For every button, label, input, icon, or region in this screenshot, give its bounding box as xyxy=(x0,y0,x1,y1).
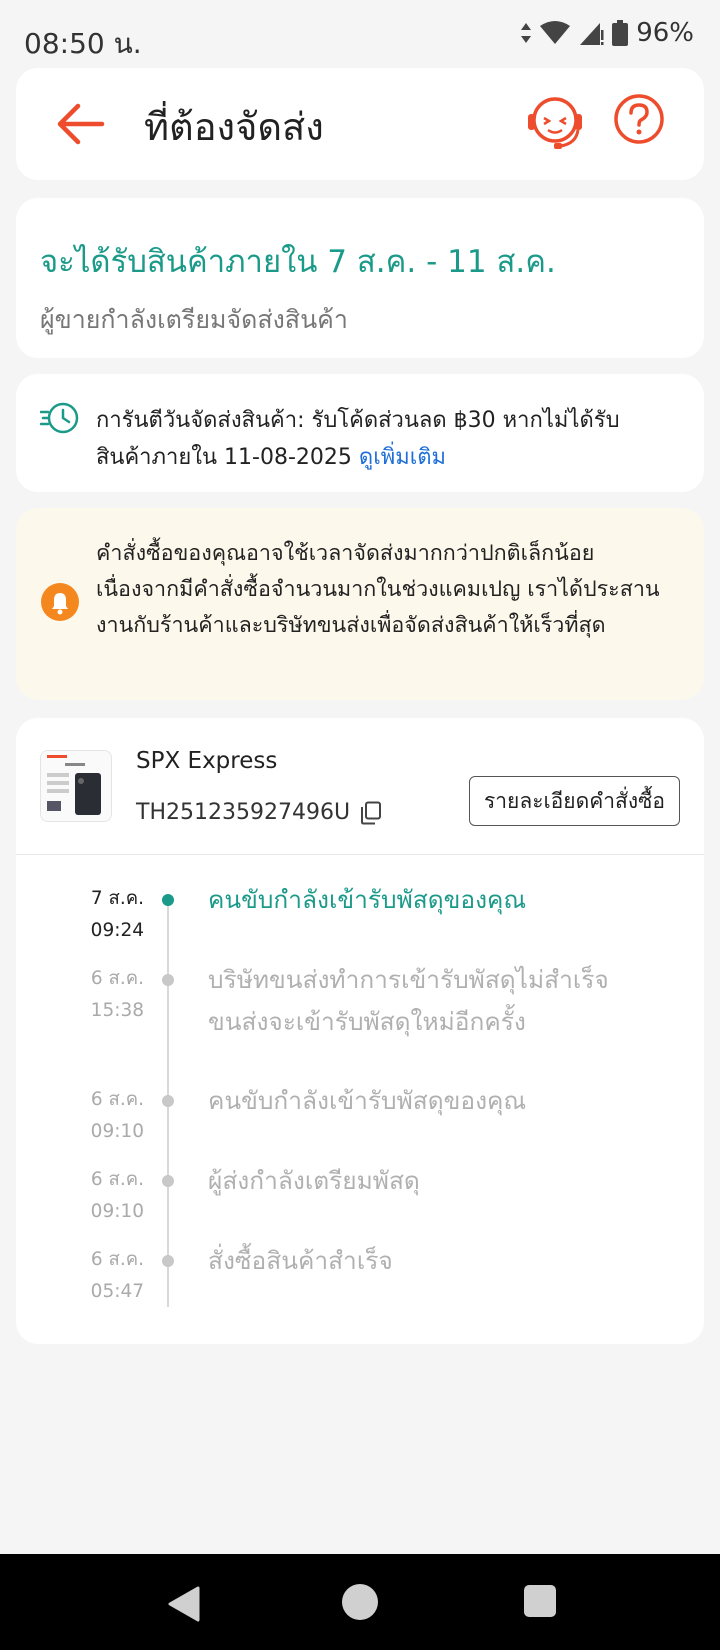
event-text: คนขับกำลังเข้ารับพัสดุของคุณ xyxy=(208,1086,527,1115)
event-dot xyxy=(162,1175,174,1187)
event-date: 6 ส.ค. xyxy=(90,1089,144,1110)
carrier-name: SPX Express xyxy=(136,748,278,774)
event-time: 09:10 xyxy=(90,1201,144,1222)
event-text: บริษัทขนส่งทำการเข้ารับพัสดุไม่สำเร็จ ขน… xyxy=(208,965,609,1036)
event-datetime: 6 ส.ค. 05:47 xyxy=(40,1244,144,1308)
delivery-guarantee-card: การันตีวันจัดส่งสินค้า: รับโค้ดส่วนลด ฿3… xyxy=(16,374,704,492)
event-date: 6 ส.ค. xyxy=(90,1169,144,1190)
event-time: 15:38 xyxy=(90,1000,144,1021)
page-title: ที่ต้องจัดส่ง xyxy=(144,105,324,149)
event-datetime: 6 ส.ค. 09:10 xyxy=(40,1164,144,1228)
event-text: ผู้ส่งกำลังเตรียมพัสดุ xyxy=(208,1166,420,1195)
event-dot xyxy=(162,1095,174,1107)
tracking-number-row: TH251235927496U xyxy=(136,800,382,825)
event-time: 09:24 xyxy=(90,920,144,941)
carrier-row: SPX Express TH251235927496U รายละเอียดคำ… xyxy=(16,718,704,855)
nav-home-icon[interactable] xyxy=(342,1584,378,1620)
delivery-estimate: จะได้รับสินค้าภายใน 7 ส.ค. - 11 ส.ค. xyxy=(40,244,556,280)
customer-support-icon[interactable] xyxy=(524,90,586,152)
event-time: 09:10 xyxy=(90,1121,144,1142)
battery-percent: 96% xyxy=(636,18,694,48)
event-datetime: 7 ส.ค. 09:24 xyxy=(40,883,144,947)
event-date: 6 ส.ค. xyxy=(90,1249,144,1270)
delivery-estimate-card: จะได้รับสินค้าภายใน 7 ส.ค. - 11 ส.ค. ผู้… xyxy=(16,198,704,358)
event-dot xyxy=(162,1255,174,1267)
tracking-timeline: 7 ส.ค. 09:24 คนขับกำลังเข้ารับพัสดุของคุ… xyxy=(16,855,704,1345)
event-time: 05:47 xyxy=(90,1281,144,1302)
notice-text: คำสั่งซื้อของคุณอาจใช้เวลาจัดส่งมากกว่าป… xyxy=(96,541,660,638)
status-bar: 08:50 น. 96% xyxy=(0,0,720,68)
see-more-link[interactable]: ดูเพิ่มเติม xyxy=(359,445,446,470)
event-datetime: 6 ส.ค. 15:38 xyxy=(40,963,144,1027)
header-bar: ที่ต้องจัดส่ง xyxy=(16,68,704,180)
wifi-icon xyxy=(540,21,571,44)
bell-icon xyxy=(41,583,79,621)
event-text: คนขับกำลังเข้ารับพัสดุของคุณ xyxy=(208,885,527,914)
status-time: 08:50 น. xyxy=(24,27,142,60)
copy-icon[interactable] xyxy=(360,801,382,825)
data-arrows-icon xyxy=(521,23,532,43)
nav-recents-icon[interactable] xyxy=(524,1585,556,1617)
product-thumbnail[interactable] xyxy=(40,750,112,822)
tracking-card: SPX Express TH251235927496U รายละเอียดคำ… xyxy=(16,718,704,1344)
status-icons: 96% xyxy=(520,18,694,48)
delivery-status: ผู้ขายกำลังเตรียมจัดส่งสินค้า xyxy=(40,305,348,334)
tracking-number: TH251235927496U xyxy=(136,800,351,825)
system-navigation-bar xyxy=(0,1554,720,1650)
order-details-button[interactable]: รายละเอียดคำสั่งซื้อ xyxy=(468,776,680,826)
event-datetime: 6 ส.ค. 09:10 xyxy=(40,1084,144,1148)
fast-clock-icon xyxy=(40,402,79,434)
event-dot xyxy=(162,894,174,906)
event-date: 7 ส.ค. xyxy=(90,888,144,909)
event-text: สั่งซื้อสินค้าสำเร็จ xyxy=(208,1246,393,1275)
product-image-icon xyxy=(41,751,111,821)
guarantee-line-2: สินค้าภายใน 11-08-2025 xyxy=(96,445,359,470)
signal-icon xyxy=(580,23,604,45)
battery-icon xyxy=(612,20,629,46)
event-date: 6 ส.ค. xyxy=(90,968,144,989)
campaign-delay-notice: คำสั่งซื้อของคุณอาจใช้เวลาจัดส่งมากกว่าป… xyxy=(16,508,704,700)
event-dot xyxy=(162,974,174,986)
help-icon[interactable] xyxy=(612,92,666,146)
guarantee-text: การันตีวันจัดส่งสินค้า: รับโค้ดส่วนลด ฿3… xyxy=(96,402,680,476)
nav-back-icon[interactable] xyxy=(164,1584,204,1624)
guarantee-line-1: การันตีวันจัดส่งสินค้า: รับโค้ดส่วนลด ฿3… xyxy=(96,408,620,433)
back-arrow-icon[interactable] xyxy=(52,98,108,150)
